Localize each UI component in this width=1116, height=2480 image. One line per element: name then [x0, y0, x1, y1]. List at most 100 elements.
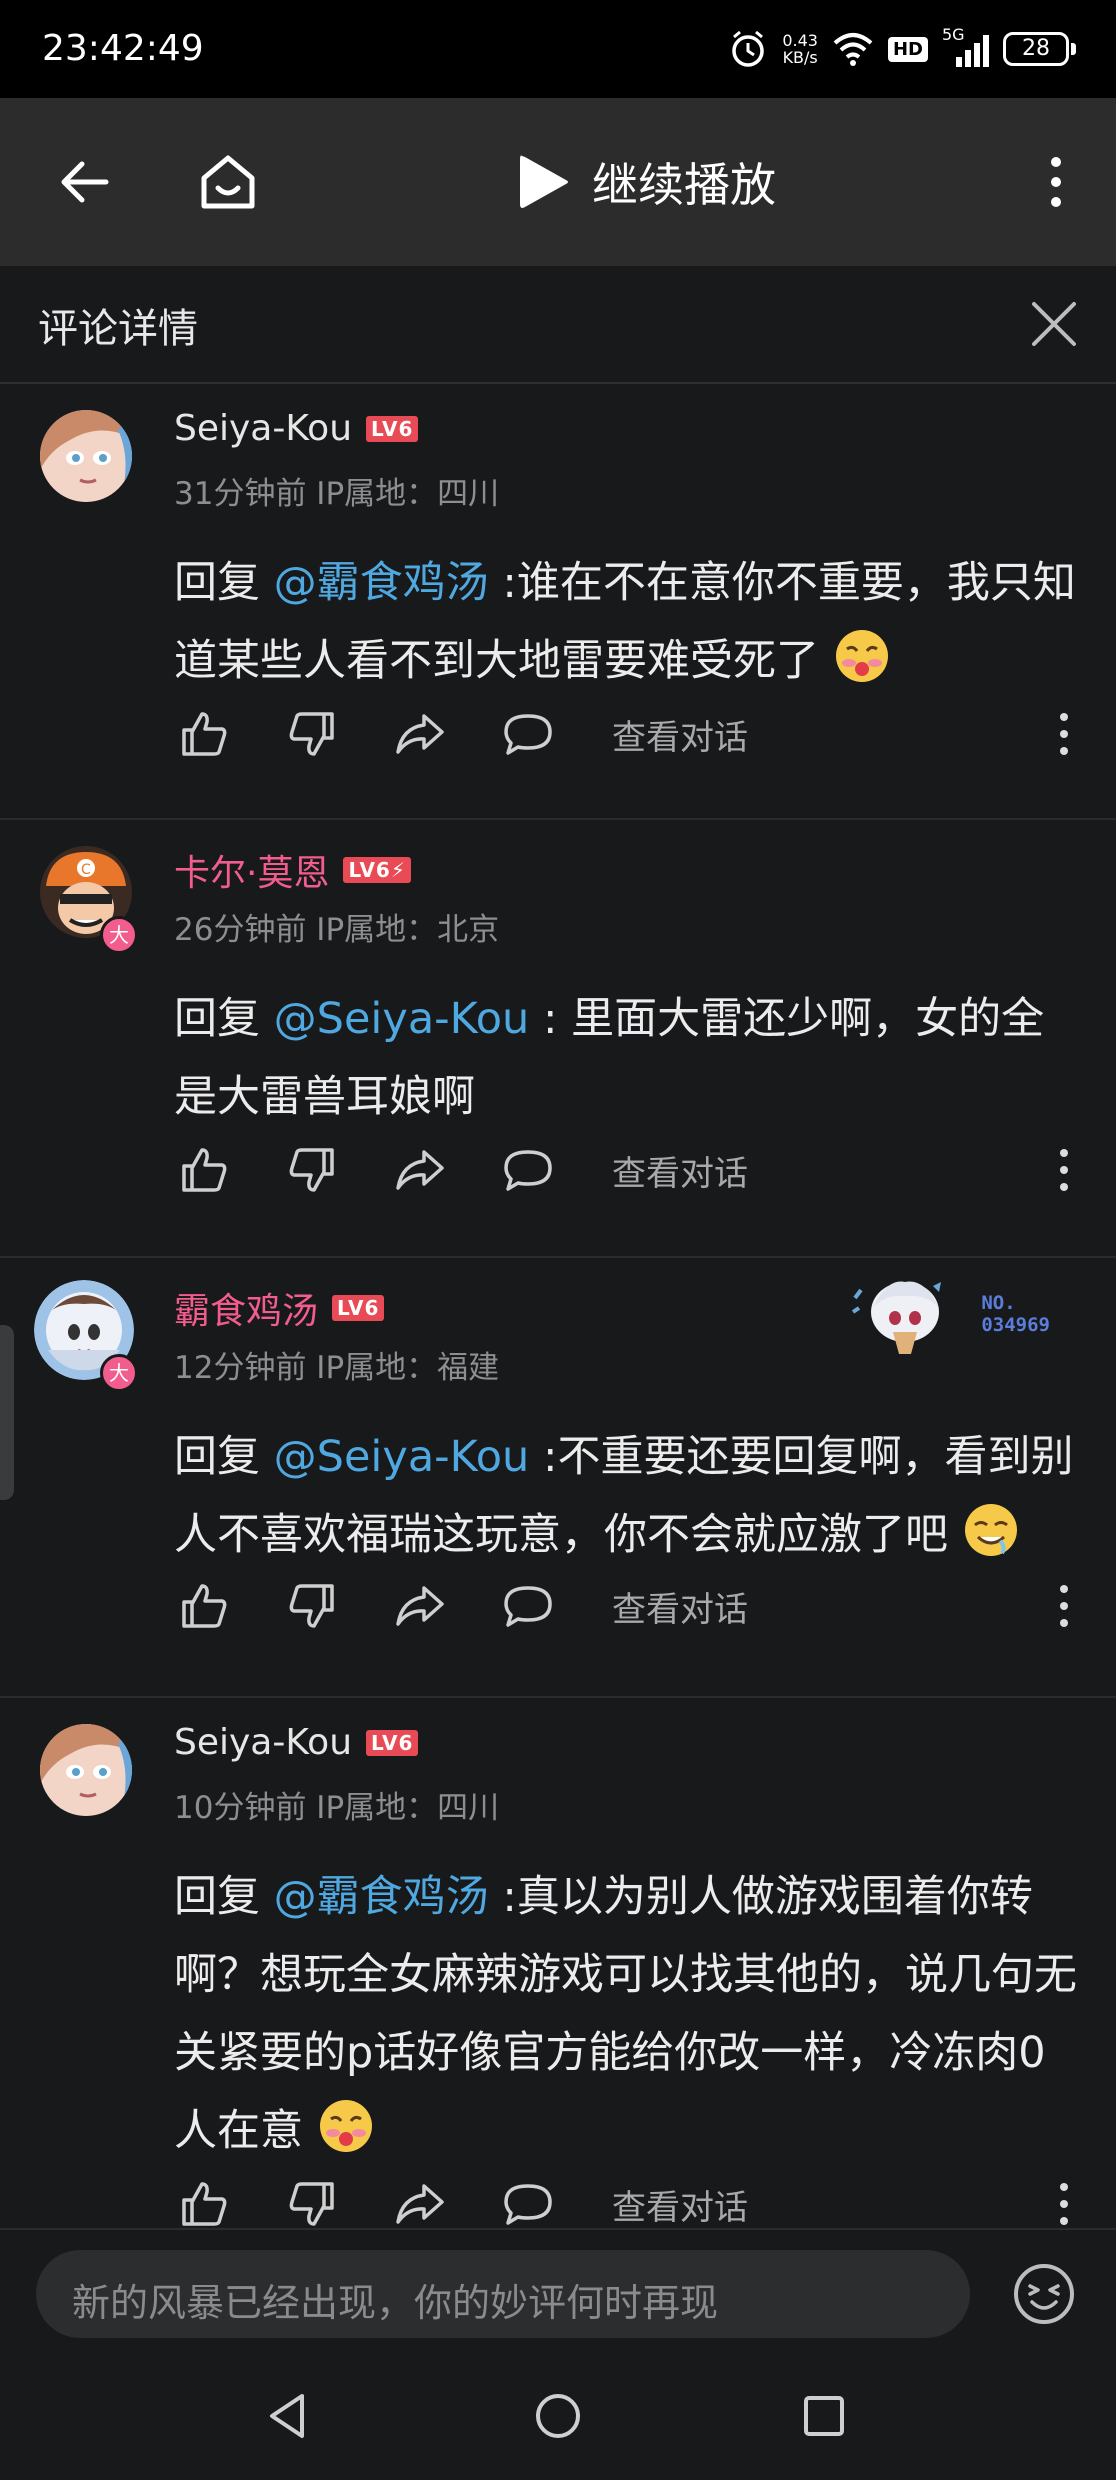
comment-list: Seiya-Kou LV6 31分钟前 IP属地：四川 回复 @霸食鸡汤 :谁在…	[0, 384, 1116, 2228]
comment-text[interactable]: 回复 @霸食鸡汤 :谁在不在意你不重要，我只知道某些人看不到大地雷要难受死了	[174, 544, 1084, 700]
reply-button[interactable]	[498, 704, 558, 764]
status-time: 23:42:49	[42, 28, 204, 69]
reply-button[interactable]	[498, 2174, 558, 2228]
close-icon[interactable]	[1022, 292, 1086, 356]
comment-more-button[interactable]	[1052, 1140, 1076, 1200]
home-icon	[201, 155, 255, 209]
thumbs-up-icon	[182, 1584, 227, 1628]
home-button[interactable]	[192, 146, 264, 218]
more-options-button[interactable]	[1020, 146, 1092, 218]
comment-meta: 10分钟前 IP属地：四川	[174, 1790, 500, 1826]
username-row: Seiya-Kou LV6	[174, 1722, 419, 1763]
nav-home-icon[interactable]	[528, 2386, 588, 2446]
mention-link[interactable]: @Seiya-Kou	[274, 1432, 530, 1482]
thumbs-up-icon	[182, 2182, 227, 2226]
thumbs-up-icon	[182, 712, 227, 756]
comment-item: Seiya-Kou LV6 10分钟前 IP属地：四川 回复 @霸食鸡汤 :真以…	[0, 1698, 1116, 2228]
thumbs-down-icon	[289, 2182, 334, 2226]
comment-meta: 12分钟前 IP属地：福建	[174, 1350, 500, 1386]
page-title: 评论详情	[38, 306, 198, 352]
continue-play-label: 继续播放	[592, 158, 776, 212]
continue-play-button[interactable]: 继续播放	[516, 146, 776, 218]
share-button[interactable]	[390, 1140, 450, 1200]
blushing-face-emoji-icon	[835, 630, 888, 682]
username[interactable]: Seiya-Kou	[174, 1722, 352, 1763]
share-arrow-icon	[396, 1586, 444, 1626]
comment-text[interactable]: 回复 @霸食鸡汤 :真以为别人做游戏围着你转啊？想玩全女麻辣游戏可以找其他的，说…	[174, 1858, 1084, 2170]
like-button[interactable]	[174, 2174, 234, 2228]
comment-meta: 31分钟前 IP属地：四川	[174, 476, 500, 512]
blushing-face-emoji-icon	[319, 2100, 372, 2152]
status-bar: 23:42:49 0.43 KB/s HD 5G 28	[0, 0, 1116, 98]
avatar[interactable]	[40, 410, 132, 502]
speech-bubble-icon	[504, 714, 552, 755]
avatar[interactable]	[40, 1724, 132, 1816]
mention-link[interactable]: @霸食鸡汤	[274, 558, 489, 608]
view-conversation-link[interactable]: 查看对话	[612, 710, 748, 759]
speech-bubble-icon	[504, 1150, 552, 1191]
back-arrow-icon	[61, 161, 109, 203]
like-button[interactable]	[174, 704, 234, 764]
comment-text[interactable]: 回复 @Seiya-Kou :不重要还要回复啊，看到别人不喜欢福瑞这玩意，你不会…	[174, 1418, 1084, 1574]
back-button[interactable]	[48, 146, 120, 218]
share-arrow-icon	[396, 1150, 444, 1190]
username[interactable]: Seiya-Kou	[174, 408, 352, 449]
drooling-face-emoji-icon	[964, 1504, 1017, 1556]
level-badge: LV6	[332, 1295, 385, 1321]
username-row: 卡尔·莫恩 LV6⚡	[174, 844, 411, 896]
comment-input[interactable]: 新的风暴已经出现，你的妙评何时再现	[36, 2250, 970, 2338]
comment-more-button[interactable]	[1052, 1576, 1076, 1636]
reply-button[interactable]	[498, 1140, 558, 1200]
status-icons: 0.43 KB/s HD 5G 28	[728, 24, 1076, 74]
view-conversation-link[interactable]: 查看对话	[612, 1146, 748, 1195]
wifi-icon	[833, 33, 873, 66]
like-button[interactable]	[174, 1576, 234, 1636]
dislike-button[interactable]	[282, 2174, 342, 2228]
username-row: 霸食鸡汤 LV6	[174, 1282, 385, 1334]
nav-recents-icon[interactable]	[794, 2386, 854, 2446]
comment-actions: 查看对话	[174, 704, 748, 764]
thumbs-down-icon	[289, 712, 334, 756]
speech-bubble-icon	[504, 2184, 552, 2225]
svg-text:C: C	[81, 862, 91, 878]
comment-item: C 大 卡尔·莫恩 LV6⚡ 26分钟前 IP属地：北京 回复 @Seiya-K…	[0, 820, 1116, 1258]
comment-more-button[interactable]	[1052, 2174, 1076, 2228]
mention-link[interactable]: @霸食鸡汤	[274, 1872, 489, 1922]
comment-actions: 查看对话	[174, 1140, 748, 1200]
comment-meta: 26分钟前 IP属地：北京	[174, 912, 500, 948]
username[interactable]: 霸食鸡汤	[174, 1282, 318, 1334]
dislike-button[interactable]	[282, 1576, 342, 1636]
comment-item: 大 霸食鸡汤 LV6 NO. 034969 12分钟前 IP属地：福建 回复 @…	[0, 1258, 1116, 1698]
dislike-button[interactable]	[282, 1140, 342, 1200]
mention-link[interactable]: @Seiya-Kou	[274, 994, 530, 1044]
comment-text[interactable]: 回复 @Seiya-Kou : 里面大雷还少啊，女的全是大雷兽耳娘啊	[174, 980, 1084, 1136]
username[interactable]: 卡尔·莫恩	[174, 844, 329, 896]
anime-girl-sticker-icon	[852, 1281, 942, 1354]
battery-icon: 28	[1003, 32, 1076, 66]
video-top-bar: 继续播放	[0, 98, 1116, 266]
thumbs-down-icon	[289, 1148, 334, 1192]
view-conversation-link[interactable]: 查看对话	[612, 2180, 748, 2229]
share-button[interactable]	[390, 2174, 450, 2228]
username-row: Seiya-Kou LV6	[174, 408, 419, 449]
cellular-signal-icon: 5G	[942, 25, 989, 67]
nav-back-icon[interactable]	[258, 2386, 318, 2446]
share-button[interactable]	[390, 704, 450, 764]
system-navigation-bar	[0, 2350, 1116, 2480]
dislike-button[interactable]	[282, 704, 342, 764]
comment-more-button[interactable]	[1052, 704, 1076, 764]
thumbs-down-icon	[289, 1584, 334, 1628]
hd-badge: HD	[887, 36, 928, 62]
share-button[interactable]	[390, 1576, 450, 1636]
emoji-picker-icon[interactable]	[1012, 2262, 1076, 2326]
fan-nameplate[interactable]: NO. 034969	[847, 1268, 1050, 1360]
level-badge: LV6⚡	[343, 857, 411, 883]
more-vertical-icon	[1051, 157, 1061, 207]
like-button[interactable]	[174, 1140, 234, 1200]
vip-badge: 大	[100, 916, 138, 954]
comment-actions: 查看对话	[174, 2174, 748, 2228]
alarm-icon	[732, 30, 765, 67]
view-conversation-link[interactable]: 查看对话	[612, 1582, 748, 1631]
reply-button[interactable]	[498, 1576, 558, 1636]
play-icon	[520, 155, 568, 208]
